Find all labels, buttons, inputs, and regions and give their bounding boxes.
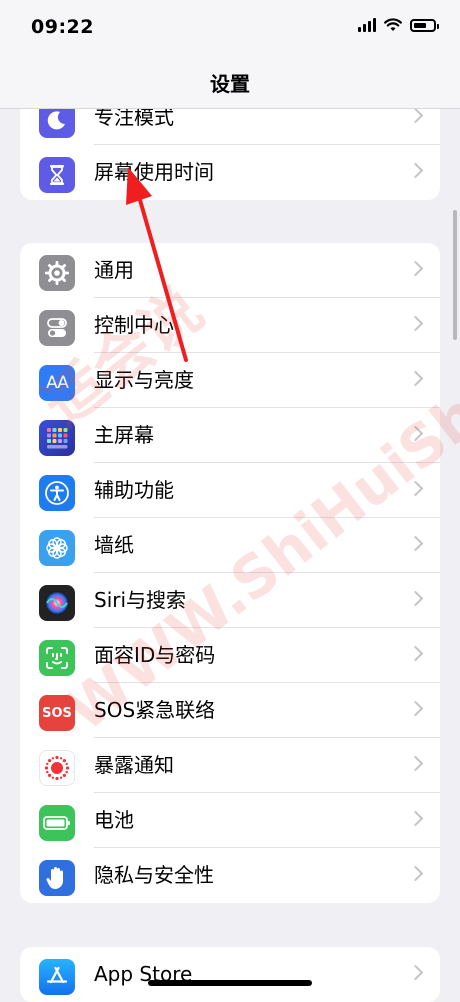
settings-row-app-store[interactable]: App Store [20,947,440,1002]
settings-row-label: 隐私与安全性 [94,863,214,887]
settings-row-home-screen[interactable]: 主屏幕 [20,408,440,463]
chevron-right-icon [407,755,424,772]
settings-row-display[interactable]: AA 显示与亮度 [20,353,440,408]
settings-row-battery[interactable]: 电池 [20,793,440,848]
settings-group-general: 通用 控制中心 AA 显示与亮度 主屏幕 辅助功能 墙纸 Siri与搜索 面容I… [20,243,440,903]
settings-row-control-center[interactable]: 控制中心 [20,298,440,353]
app-store-icon [39,959,75,995]
settings-row-label: 屏幕使用时间 [94,160,214,184]
flower-icon [39,530,75,566]
chevron-right-icon [407,162,424,179]
chevron-right-icon [407,535,424,552]
settings-row-sos[interactable]: SOS SOS紧急联络 [20,683,440,738]
navigation-bar: 设置 [0,56,460,109]
page-title: 设置 [210,72,250,96]
hourglass-icon [39,157,75,193]
settings-row-label: 暴露通知 [94,753,174,777]
gear-icon [39,255,75,291]
chevron-right-icon [407,964,424,981]
chevron-right-icon [407,700,424,717]
settings-row-exposure[interactable]: 暴露通知 [20,738,440,793]
siri-icon [39,585,75,621]
settings-row-label: 控制中心 [94,313,174,337]
cellular-signal-icon [358,18,376,32]
settings-row-face-id[interactable]: 面容ID与密码 [20,628,440,683]
status-time: 09:22 [31,16,94,38]
settings-row-general[interactable]: 通用 [20,243,440,298]
chevron-right-icon [407,590,424,607]
scroll-indicator[interactable] [453,210,457,340]
chevron-right-icon [407,260,424,277]
face-id-icon [39,640,75,676]
settings-row-label: 通用 [94,258,134,282]
settings-group-store: App Store [20,947,440,1002]
settings-row-label: 显示与亮度 [94,368,194,392]
exposure-icon [39,750,75,786]
hand-icon [39,860,75,896]
settings-row-label: 墙纸 [94,533,134,557]
home-indicator[interactable] [148,980,312,986]
chevron-right-icon [407,865,424,882]
settings-row-label: 电池 [94,808,134,832]
settings-row-label: Siri与搜索 [94,588,187,612]
chevron-right-icon [407,645,424,662]
settings-row-screen-time[interactable]: 屏幕使用时间 [20,145,440,200]
settings-row-label: 辅助功能 [94,478,174,502]
wifi-icon [384,18,402,31]
home-grid-icon [39,420,75,456]
accessibility-icon [39,475,75,511]
settings-row-label: 面容ID与密码 [94,643,216,667]
battery-icon [39,805,75,841]
toggles-icon [39,310,75,346]
settings-row-privacy[interactable]: 隐私与安全性 [20,848,440,903]
chevron-right-icon [407,425,424,442]
settings-row-siri[interactable]: Siri与搜索 [20,573,440,628]
chevron-right-icon [407,370,424,387]
settings-row-label: 主屏幕 [94,423,154,447]
chevron-right-icon [407,810,424,827]
chevron-right-icon [407,107,424,124]
sos-icon: SOS [39,695,75,731]
battery-status-icon [410,18,439,32]
chevron-right-icon [407,480,424,497]
chevron-right-icon [407,315,424,332]
text-size-icon: AA [39,365,75,401]
settings-row-label: SOS紧急联络 [94,698,216,722]
settings-row-wallpaper[interactable]: 墙纸 [20,518,440,573]
settings-row-accessibility[interactable]: 辅助功能 [20,463,440,518]
